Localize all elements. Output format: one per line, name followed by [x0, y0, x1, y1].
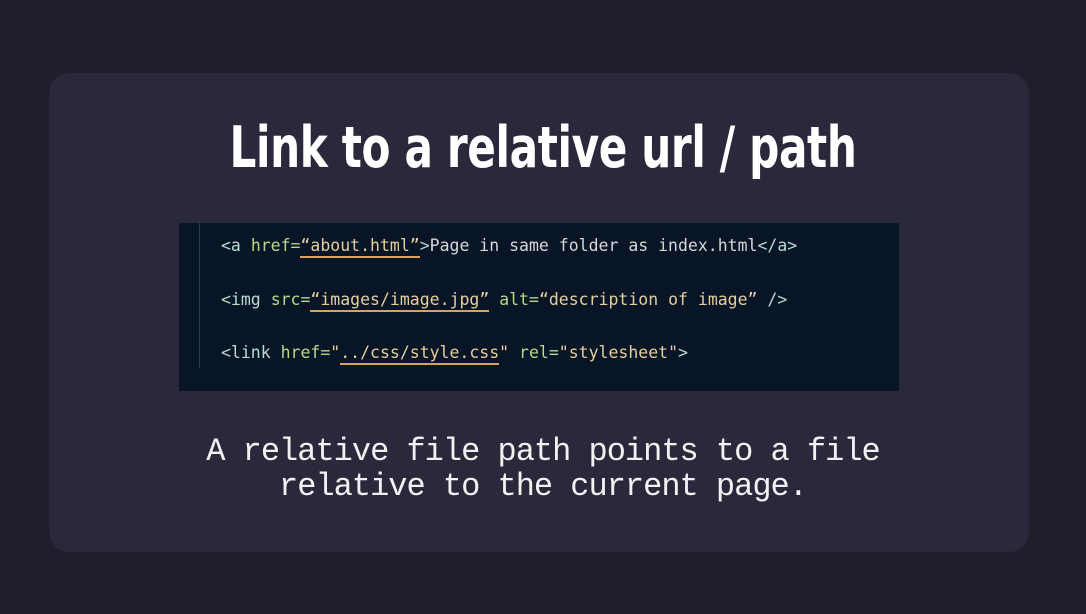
code-token-tag-end: </a>: [757, 236, 798, 255]
code-token-string: “description of image”: [538, 290, 758, 309]
caption: A relative file path points to a file re…: [0, 434, 1086, 504]
code-token-attr: href=: [250, 236, 301, 255]
code-token-attr: href=: [280, 343, 331, 362]
code-token-attr: src=: [270, 290, 311, 309]
code-token-attr: alt=: [499, 290, 539, 309]
code-token-path-highlight: “images/image.jpg”: [310, 290, 490, 312]
code-token-tag-end: />: [767, 290, 788, 309]
caption-line: relative to the current page.: [279, 468, 808, 505]
code-token-tag-open: <a: [221, 236, 241, 255]
code-indent-guide: [199, 223, 200, 368]
code-token-path-highlight: “about.html”: [300, 236, 420, 258]
caption-line: A relative file path points to a file: [206, 433, 881, 470]
code-token-quote: ": [330, 343, 341, 362]
code-token-tag-open: <img: [221, 290, 261, 309]
code-block: <a href=“about.html”>Page in same folder…: [179, 223, 899, 391]
code-token-path-highlight: ../css/style.css: [340, 343, 500, 365]
code-token-quote: ": [499, 343, 510, 362]
page-title: Link to a relative url / path: [229, 115, 857, 181]
code-token-text: Page in same folder as index.html: [429, 236, 758, 255]
code-line-anchor: <a href=“about.html”>Page in same folder…: [221, 235, 798, 258]
code-token-string: "stylesheet": [558, 343, 679, 362]
code-token-attr: rel=: [519, 343, 559, 362]
code-line-link: <link href="../css/style.css" rel="style…: [221, 342, 688, 365]
code-token-tag-end: >: [678, 343, 688, 362]
code-token-tag-open: <link: [221, 343, 271, 362]
code-token-tag-close: >: [419, 236, 430, 255]
code-line-image: <img src=“images/image.jpg” alt=“descrip…: [221, 289, 788, 312]
